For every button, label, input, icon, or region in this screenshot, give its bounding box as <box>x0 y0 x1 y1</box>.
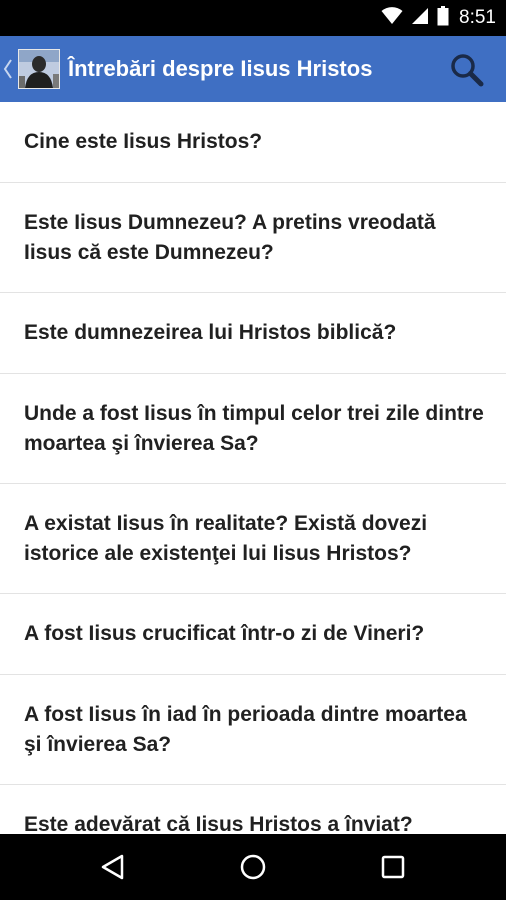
cell-signal-icon <box>411 7 429 30</box>
question-list[interactable]: Cine este Iisus Hristos? Este Iisus Dumn… <box>0 102 506 834</box>
list-item[interactable]: Este Iisus Dumnezeu? A pretins vreodată … <box>0 183 506 293</box>
list-item-label: Cine este Iisus Hristos? <box>24 130 263 153</box>
list-item-label: Este dumnezeirea lui Hristos biblică? <box>24 321 397 344</box>
list-item[interactable]: Cine este Iisus Hristos? <box>0 102 506 183</box>
status-icons: 8:51 <box>381 0 496 36</box>
status-bar: 8:51 <box>0 0 506 36</box>
list-item-label: A existat Iisus în realitate? Există dov… <box>24 511 428 565</box>
app-bar: Întrebări despre Iisus Hristos <box>0 36 506 102</box>
list-item[interactable]: A fost Iisus crucificat într-o zi de Vin… <box>0 594 506 675</box>
recents-square-icon[interactable] <box>373 847 413 887</box>
app-title: Întrebări despre Iisus Hristos <box>68 56 373 81</box>
list-item[interactable]: Este adevărat că Iisus Hristos a înviat? <box>0 785 506 834</box>
list-item-label: Este adevărat că Iisus Hristos a înviat? <box>24 813 413 834</box>
home-circle-icon[interactable] <box>233 847 273 887</box>
list-item-label: A fost Iisus în iad în perioada dintre m… <box>24 702 467 756</box>
navigation-bar <box>0 834 506 900</box>
list-item-label: Unde a fost Iisus în timpul celor trei z… <box>24 401 484 455</box>
list-item-label: A fost Iisus crucificat într-o zi de Vin… <box>24 622 425 645</box>
search-icon[interactable] <box>448 51 486 89</box>
list-item[interactable]: Unde a fost Iisus în timpul celor trei z… <box>0 374 506 484</box>
clock-time: 8:51 <box>459 7 496 28</box>
wifi-icon <box>381 6 403 30</box>
list-item[interactable]: A fost Iisus în iad în perioada dintre m… <box>0 675 506 785</box>
list-item[interactable]: A existat Iisus în realitate? Există dov… <box>0 484 506 594</box>
back-triangle-icon[interactable] <box>93 847 133 887</box>
list-item-label: Este Iisus Dumnezeu? A pretins vreodată … <box>24 210 436 264</box>
back-chevron-icon[interactable] <box>3 54 13 84</box>
battery-icon <box>437 5 449 31</box>
app-logo[interactable] <box>18 49 60 89</box>
list-item[interactable]: Este dumnezeirea lui Hristos biblică? <box>0 293 506 374</box>
